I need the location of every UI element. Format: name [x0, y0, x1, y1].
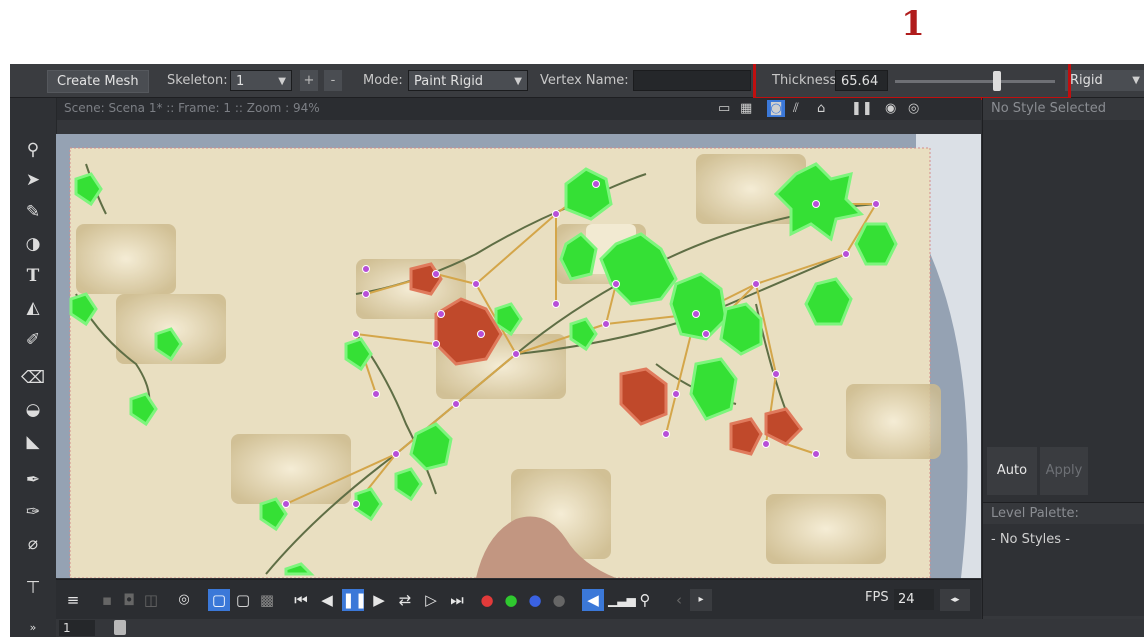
- skeleton-toolbar: Create Mesh Skeleton: 1 ▼ + - Mode: Pain…: [10, 64, 1144, 100]
- thickness-highlight-box: [753, 64, 1071, 100]
- type-tool-icon[interactable]: T: [16, 264, 50, 288]
- fps-stepper[interactable]: ◂▸: [940, 589, 970, 611]
- camera-stand-icon[interactable]: ◙: [767, 100, 785, 117]
- pause-icon[interactable]: ❚❚: [342, 589, 367, 611]
- skeleton-select[interactable]: 1 ▼: [230, 70, 292, 91]
- safe-area-icon[interactable]: ▭: [718, 101, 730, 116]
- freeze-icon[interactable]: ❚❚: [851, 101, 873, 116]
- rgb-picker-tool-icon[interactable]: ✒: [16, 468, 50, 492]
- checker-bg-icon[interactable]: ▩: [256, 589, 278, 611]
- style-editor-panel: No Style Selected Auto Apply Level Palet…: [982, 98, 1144, 637]
- pinch-tool-icon[interactable]: ⌀: [16, 532, 50, 556]
- scene-status: Scene: Scena 1* :: Frame: 1 :: Zoom : 94…: [64, 101, 320, 115]
- skeleton-value: 1: [236, 74, 245, 89]
- apply-button[interactable]: Apply: [1040, 447, 1088, 495]
- selection-tool-icon[interactable]: ➤: [16, 168, 50, 192]
- create-mesh-button[interactable]: Create Mesh: [47, 70, 149, 93]
- mode-value: Paint Rigid: [414, 74, 484, 89]
- next-marker-icon[interactable]: ▸: [690, 589, 712, 611]
- preview-icon[interactable]: ◉: [885, 101, 896, 116]
- brush-tool-icon[interactable]: ✎: [16, 200, 50, 224]
- scene-artwork: [56, 134, 981, 578]
- level-palette-header: Level Palette:: [983, 502, 1144, 524]
- add-skeleton-button[interactable]: +: [300, 70, 318, 91]
- fps-field[interactable]: 24: [894, 589, 934, 610]
- chevron-down-icon: ▼: [1132, 75, 1140, 86]
- blue-channel-icon[interactable]: ●: [524, 589, 546, 611]
- skeleton-tool-icon[interactable]: ⊤: [16, 576, 50, 600]
- rigid-value: Rigid: [1070, 73, 1103, 88]
- viewer-header: Scene: Scena 1* :: Frame: 1 :: Zoom : 94…: [56, 98, 981, 120]
- style-picker-tool-icon[interactable]: ◣: [16, 430, 50, 454]
- playback-bar: ≡ ▪ ◘ ◫ ◎ ▢ ▢ ▩ ⏮ ◀ ❚❚ ▶ ⇄ ▷ ⏭ ● ● ● ● ◀…: [56, 579, 981, 620]
- no-styles-label: - No Styles -: [991, 532, 1070, 547]
- loop-icon[interactable]: ⇄: [394, 589, 416, 611]
- next-frame-icon[interactable]: ▷: [420, 589, 442, 611]
- fps-label: FPS: [865, 590, 889, 605]
- ruler: [56, 120, 981, 135]
- chevron-down-icon: ▼: [514, 76, 522, 87]
- rigid-select[interactable]: Rigid ▼: [1065, 70, 1144, 91]
- camera-view-icon[interactable]: ⌂: [817, 101, 825, 116]
- frame-slider-bar: 1: [56, 619, 1144, 637]
- prev-marker-icon[interactable]: ‹: [668, 589, 690, 611]
- play-icon[interactable]: ▶: [368, 589, 390, 611]
- mode-label: Mode:: [363, 73, 403, 88]
- frame-slider-handle[interactable]: [114, 620, 126, 635]
- geometric-tool-icon[interactable]: ◑: [16, 232, 50, 256]
- prev-frame-icon[interactable]: ◀: [316, 589, 338, 611]
- frame-field[interactable]: 1: [59, 620, 95, 636]
- matte-channel-icon[interactable]: ●: [548, 589, 570, 611]
- first-frame-icon[interactable]: ⏮: [290, 589, 312, 611]
- snapshot-icon[interactable]: ◘: [118, 589, 140, 611]
- 3d-view-icon[interactable]: ⫽: [793, 101, 799, 116]
- white-bg-icon[interactable]: ▢: [208, 589, 230, 611]
- app-window: Create Mesh Skeleton: 1 ▼ + - Mode: Pain…: [10, 64, 1144, 637]
- menu-icon[interactable]: ≡: [62, 589, 84, 611]
- compare-icon[interactable]: ◫: [140, 589, 162, 611]
- red-channel-icon[interactable]: ●: [476, 589, 498, 611]
- style-panel-header: No Style Selected: [983, 98, 1144, 120]
- zoom-icon[interactable]: ⚲: [634, 589, 656, 611]
- grid-icon[interactable]: ▦: [740, 101, 752, 116]
- vertex-name-label: Vertex Name:: [540, 73, 629, 88]
- more-tools-icon[interactable]: »: [16, 616, 50, 637]
- control-point-editor-icon[interactable]: ✑: [16, 500, 50, 524]
- animate-tool-icon[interactable]: ⚲: [16, 138, 50, 162]
- toolbox: ⚲ ➤ ✎ ◑ T ◭ ✐ ⌫ ◒ ◣ ✒ ✑ ⌀ ⊤ »: [10, 98, 57, 637]
- viewer-canvas[interactable]: [56, 134, 981, 578]
- last-frame-icon[interactable]: ⏭: [446, 589, 468, 611]
- vertex-name-field[interactable]: [633, 70, 751, 91]
- sound-icon[interactable]: ◀: [582, 589, 604, 611]
- save-icon[interactable]: ▪: [96, 589, 118, 611]
- paint-brush-tool-icon[interactable]: ✐: [16, 328, 50, 352]
- remove-skeleton-button[interactable]: -: [324, 70, 342, 91]
- callout-number: 1: [901, 4, 925, 44]
- green-channel-icon[interactable]: ●: [500, 589, 522, 611]
- tape-tool-icon[interactable]: ◒: [16, 398, 50, 422]
- auto-button[interactable]: Auto: [987, 447, 1037, 495]
- eraser-tool-icon[interactable]: ⌫: [16, 366, 50, 390]
- preview-toggle-icon[interactable]: ◎: [173, 589, 195, 611]
- mode-select[interactable]: Paint Rigid ▼: [408, 70, 528, 91]
- histogram-icon[interactable]: ▁▃▅: [608, 589, 636, 611]
- skeleton-label: Skeleton:: [167, 73, 228, 88]
- chevron-down-icon: ▼: [278, 76, 286, 87]
- fill-tool-icon[interactable]: ◭: [16, 296, 50, 320]
- black-bg-icon[interactable]: ▢: [232, 589, 254, 611]
- sub-camera-preview-icon[interactable]: ◎: [908, 101, 919, 116]
